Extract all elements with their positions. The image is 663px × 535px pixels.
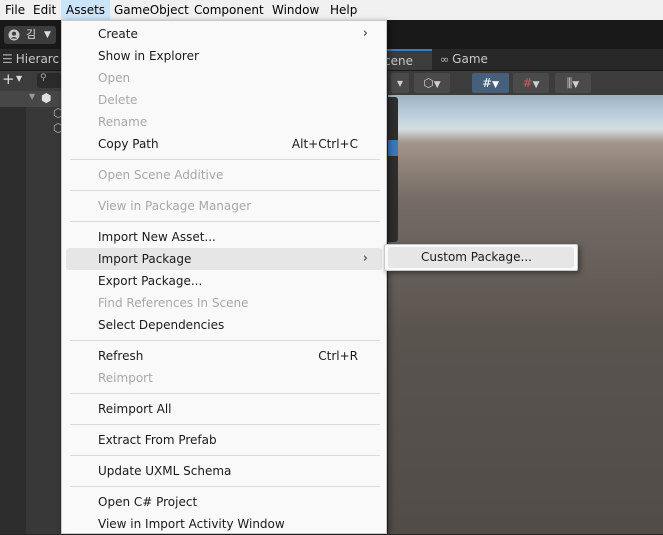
list-icon: ☰ [2,52,13,66]
chevron-down-icon: ▼ [44,30,51,40]
menu-separator [70,221,380,222]
hierarchy-gutter [0,107,26,534]
menu-assets[interactable]: Assets [61,0,111,20]
chevron-right-icon: › [362,26,368,41]
chevron-right-icon: › [362,251,368,266]
account-icon [8,29,20,41]
menu-window[interactable]: Window [267,0,324,20]
menu-item-reimport-all[interactable]: Reimport All [66,398,382,420]
account-label: 김 [26,28,37,41]
overlay-active-tool[interactable] [388,140,398,156]
menu-separator [70,393,380,394]
menu-separator [70,455,380,456]
scene-view[interactable] [388,71,663,534]
assets-menu: Create › Show in Explorer Open Delete Ren… [61,20,387,534]
hierarchy-toolbar: + ▼ ⚲ [0,70,62,91]
menu-separator [70,486,380,487]
menu-item-select-dependencies[interactable]: Select Dependencies [66,314,382,336]
menu-item-rename: Rename [98,115,148,129]
shortcut-label: Alt+Ctrl+C [291,137,358,151]
menu-item-import-package[interactable]: Import Package › [66,248,382,270]
menu-item-delete: Delete [98,93,138,107]
menu-file[interactable]: File [0,0,30,20]
menu-item-open-scene-additive: Open Scene Additive [98,168,224,182]
menu-edit[interactable]: Edit [28,0,61,20]
expand-arrow-icon[interactable]: ▼ [29,92,35,101]
unity-scene-icon: ⬢ [41,91,52,105]
menu-item-copy-path[interactable]: Copy Path Alt+Ctrl+C [66,133,382,155]
snap-increment-button[interactable]: #▼ [513,73,549,93]
menu-item-find-references-in-scene: Find References In Scene [98,296,249,310]
menu-component[interactable]: Component [189,0,269,20]
menu-separator [70,424,380,425]
import-package-submenu: Custom Package... [384,244,578,271]
menu-item-extract-from-prefab[interactable]: Extract From Prefab [66,429,382,451]
menu-item-custom-package[interactable]: Custom Package... [388,247,574,268]
scene-overlay-toolbar[interactable] [388,97,398,242]
menu-separator [70,159,380,160]
menu-item-view-in-package-manager: View in Package Manager [98,199,252,213]
menu-item-create[interactable]: Create › [66,23,382,45]
tab-game[interactable]: ∞ Game [436,49,488,70]
shortcut-label: Ctrl+R [318,349,358,363]
account-dropdown[interactable]: 김 ▼ [4,26,56,44]
menu-separator [70,190,380,191]
tab-hierarchy[interactable]: ☰ Hierarc [2,49,59,70]
menu-item-open-csharp-project[interactable]: Open C# Project [66,491,382,513]
menu-gameobject[interactable]: GameObject [109,0,194,20]
gamepad-icon: ∞ [440,53,450,66]
menu-item-import-new-asset[interactable]: Import New Asset... [66,226,382,248]
grid-snap-button[interactable]: #▼ [472,73,509,93]
grid-icon: # [482,76,493,90]
menu-item-view-in-import-activity-window[interactable]: View in Import Activity Window [66,513,382,535]
menu-item-export-package[interactable]: Export Package... [66,270,382,292]
hierarchy-search-input[interactable]: ⚲ [37,73,62,88]
ruler-button[interactable]: ⫼▼ [555,73,591,93]
chevron-down-icon: ▼ [16,74,23,83]
menu-item-show-in-explorer[interactable]: Show in Explorer [66,45,382,67]
chevron-down-icon: ▼ [492,80,499,90]
tab-scene-label: cene [384,54,413,68]
menu-separator [70,340,380,341]
search-icon: ⚲ [40,73,47,83]
menubar: File Edit Assets GameObject Component Wi… [0,0,663,20]
add-icon[interactable]: + [2,70,15,88]
chevron-down-icon: ▼ [572,80,580,90]
tab-game-label: Game [452,52,488,66]
hierarchy-scene-row[interactable]: ▼ ⬢ [0,91,62,107]
tab-hierarchy-label: Hierarc [15,52,60,66]
scene-dropdown-button[interactable]: ▾ [391,73,409,93]
cube-icon: ⬡ [423,76,434,90]
menu-item-reimport: Reimport [98,371,153,385]
menu-item-update-uxml-schema[interactable]: Update UXML Schema [66,460,382,482]
menu-help[interactable]: Help [325,0,362,20]
menu-item-open: Open [98,71,131,85]
menu-item-refresh[interactable]: Refresh Ctrl+R [66,345,382,367]
render-mode-button[interactable]: ⬡▼ [414,73,450,93]
tab-scene[interactable]: cene [380,49,432,70]
grid-icon: # [522,76,533,90]
chevron-down-icon: ▼ [532,80,540,90]
chevron-down-icon: ▼ [433,80,441,90]
